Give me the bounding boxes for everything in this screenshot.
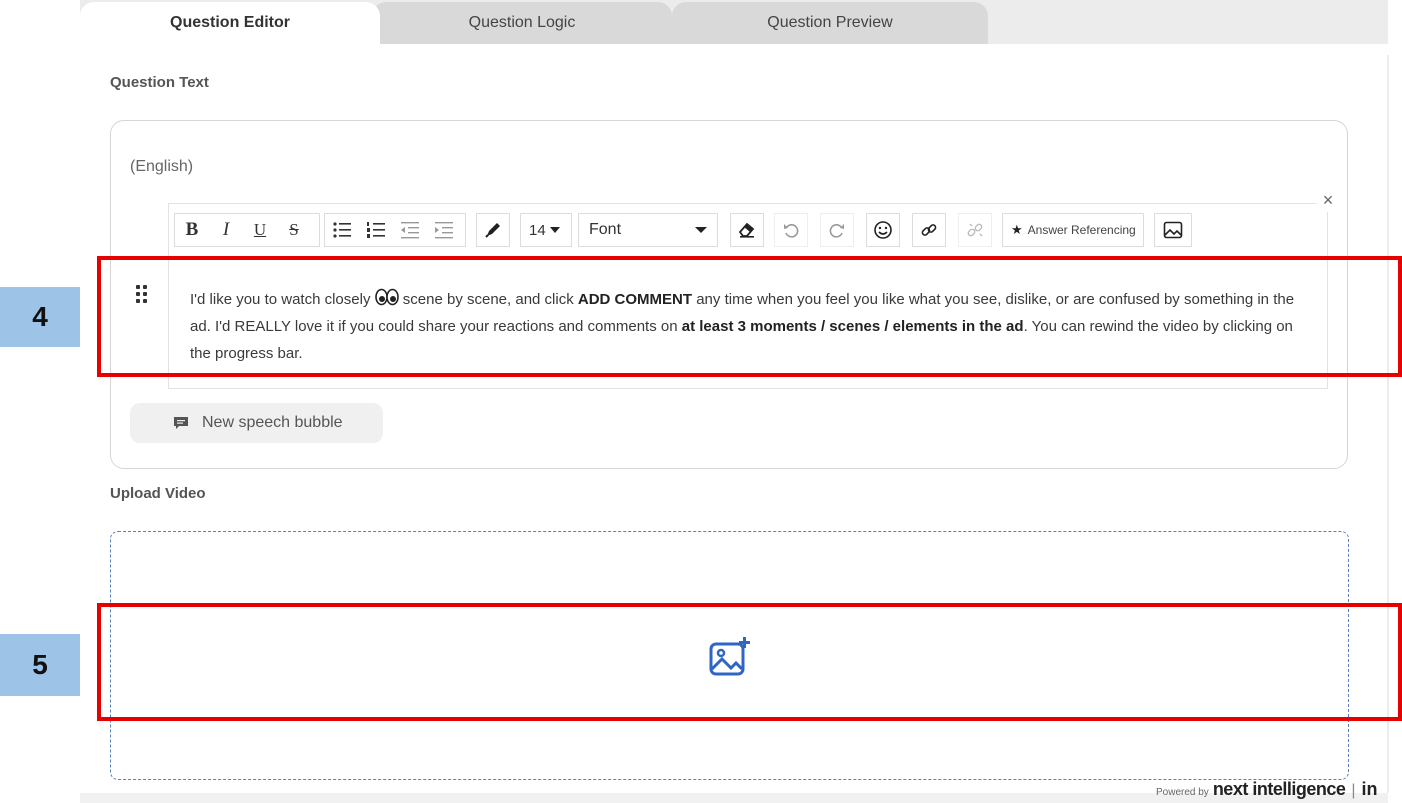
format-toolbar-group: B I U S <box>174 213 320 247</box>
brand-logo: next intelligence <box>1212 779 1346 799</box>
step-badge-5: 5 <box>0 634 80 696</box>
bullet-list-icon[interactable] <box>325 214 359 246</box>
italic-button[interactable]: I <box>209 214 243 246</box>
powered-by-footer: Powered by next intelligence | in <box>1156 779 1378 801</box>
unlink-icon <box>967 223 983 237</box>
brand-tail: in <box>1361 779 1378 799</box>
font-size-value: 14 <box>529 221 546 239</box>
undo-icon <box>784 224 799 238</box>
answer-referencing-label: Answer Referencing <box>1027 223 1136 237</box>
answer-referencing-button[interactable]: ★ Answer Referencing <box>1002 213 1144 247</box>
language-label: (English) <box>130 158 194 175</box>
underline-button[interactable]: U <box>243 214 277 246</box>
highlight-box-5 <box>97 603 1402 721</box>
font-size-select[interactable]: 14 <box>520 213 572 247</box>
redo-button[interactable] <box>820 213 854 247</box>
pen-icon <box>485 223 500 238</box>
redo-icon <box>829 224 844 238</box>
text-color-button[interactable] <box>476 213 510 247</box>
outdent-icon[interactable] <box>393 214 427 246</box>
caret-down-icon <box>695 227 707 233</box>
image-icon <box>1163 221 1183 239</box>
bold-button[interactable]: B <box>175 214 209 246</box>
smiley-icon <box>874 221 892 239</box>
remove-link-button[interactable] <box>958 213 992 247</box>
powered-by-label: Powered by <box>1156 787 1209 798</box>
eraser-icon <box>738 222 755 238</box>
numbered-list-icon[interactable] <box>359 214 393 246</box>
indent-icon[interactable] <box>427 214 461 246</box>
clear-format-button[interactable] <box>730 213 764 247</box>
step-badge-4: 4 <box>0 287 80 347</box>
highlight-box-4 <box>97 256 1402 377</box>
tab-question-logic[interactable]: Question Logic <box>372 2 672 44</box>
footer-separator: | <box>1351 782 1356 799</box>
emoji-button[interactable] <box>866 213 900 247</box>
tab-question-editor[interactable]: Question Editor <box>80 2 380 44</box>
close-icon[interactable]: × <box>1316 188 1340 212</box>
font-family-select[interactable]: Font <box>578 213 718 247</box>
tab-question-preview[interactable]: Question Preview <box>672 2 988 44</box>
new-speech-bubble-label: New speech bubble <box>202 414 343 431</box>
undo-button[interactable] <box>774 213 808 247</box>
link-icon <box>921 224 937 236</box>
strikethrough-button[interactable]: S <box>277 214 311 246</box>
upload-video-label: Upload Video <box>110 485 206 502</box>
list-toolbar-group <box>324 213 466 247</box>
new-speech-bubble-button[interactable]: New speech bubble <box>130 403 383 443</box>
insert-image-button[interactable] <box>1154 213 1192 247</box>
question-text-label: Question Text <box>110 74 209 91</box>
caret-down-icon <box>549 227 560 233</box>
font-family-value: Font <box>589 221 622 238</box>
star-icon: ★ <box>1011 222 1023 237</box>
insert-link-button[interactable] <box>912 213 946 247</box>
speech-bubble-icon <box>174 417 188 429</box>
